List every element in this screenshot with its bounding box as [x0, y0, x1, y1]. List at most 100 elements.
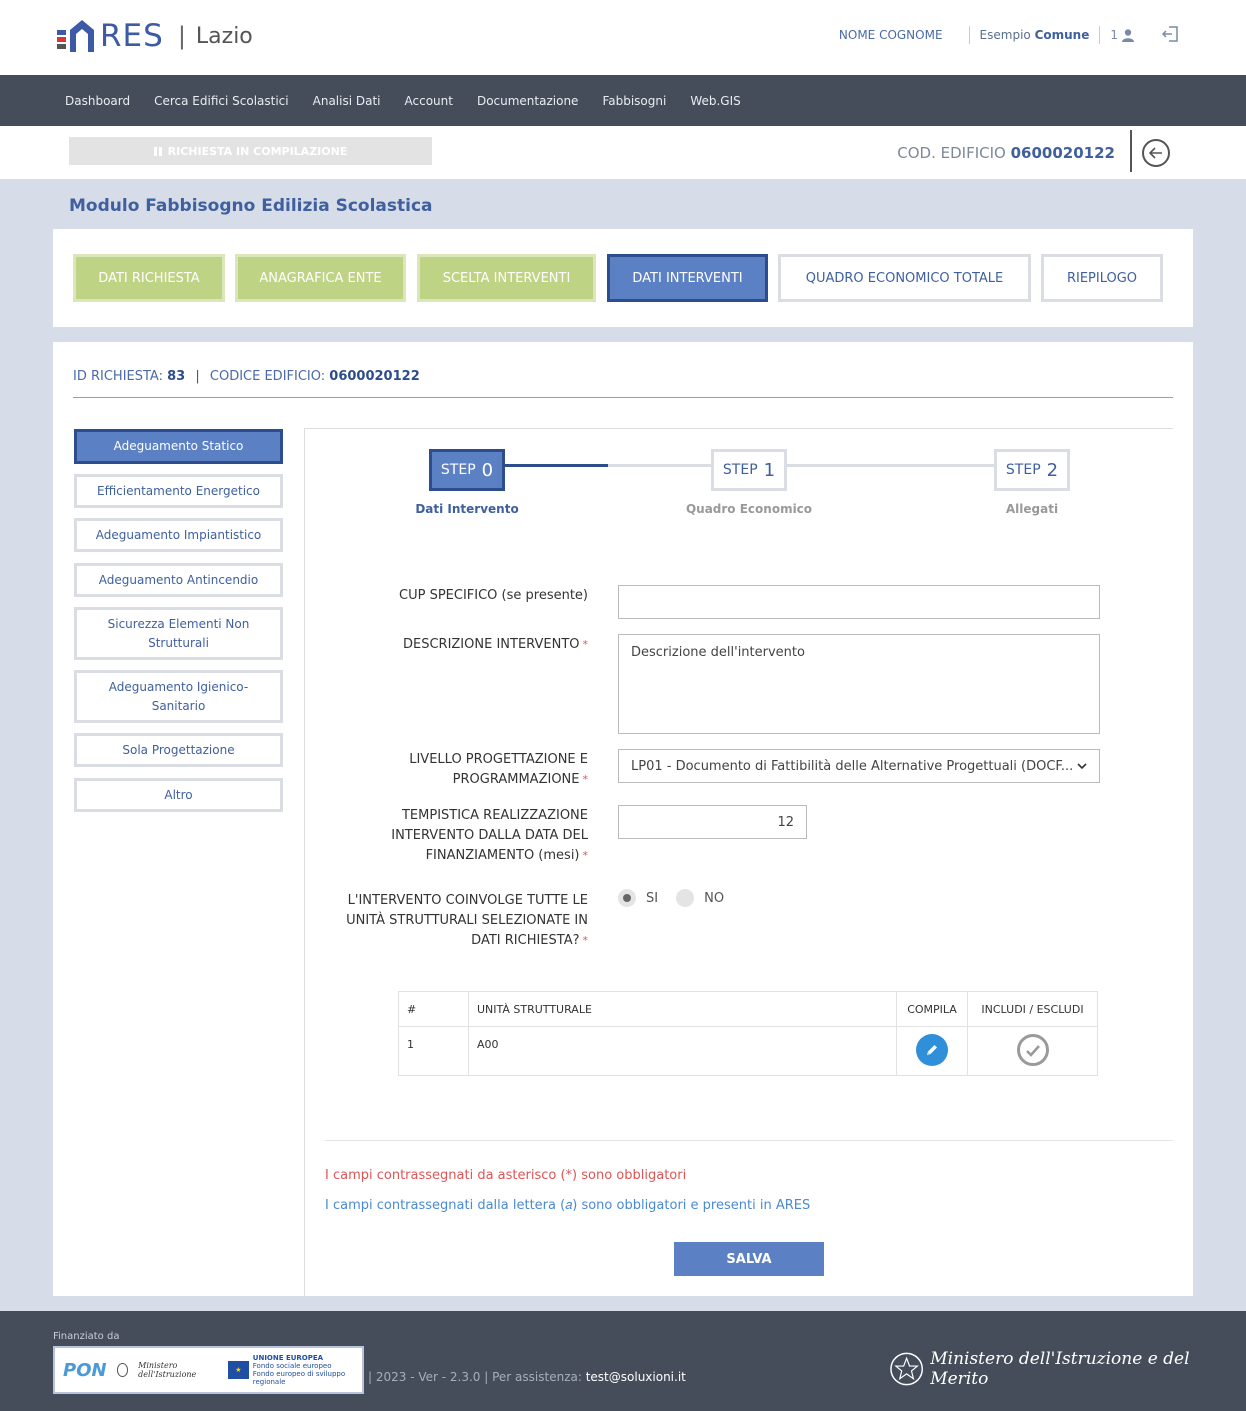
table-row: 1 A00: [398, 1026, 1098, 1076]
divider: [73, 397, 1173, 398]
descrizione-textarea[interactable]: Descrizione dell'intervento: [618, 634, 1100, 734]
pon-logo: PON: [63, 1359, 107, 1381]
livello-selected-value: LP01 - Documento di Fattibilità delle Al…: [631, 758, 1074, 774]
chevron-down-icon: [1077, 762, 1087, 769]
eu-logo: ★ UNIONE EUROPEA Fondo sociale europeo F…: [228, 1354, 354, 1386]
table-header-row: # UNITÀ STRUTTURALE COMPILA INCLUDI / ES…: [398, 991, 1098, 1027]
col-compila: COMPILA: [896, 991, 968, 1027]
col-includi-escludi: INCLUDI / ESCLUDI: [967, 991, 1098, 1027]
step-2[interactable]: STEP 2: [994, 449, 1070, 491]
page-title: Modulo Fabbisogno Edilizia Scolastica: [69, 196, 433, 216]
nav-analisi-dati[interactable]: Analisi Dati: [313, 94, 381, 108]
user-count[interactable]: 1: [1110, 28, 1134, 42]
eu-flag-icon: ★: [228, 1361, 249, 1379]
request-info: ID RICHIESTA: 83 | CODICE EDIFICIO: 0600…: [73, 369, 420, 384]
nav-dashboard[interactable]: Dashboard: [65, 94, 130, 108]
logout-icon[interactable]: [1162, 25, 1180, 43]
pencil-icon: [927, 1045, 937, 1055]
nav-documentazione[interactable]: Documentazione: [477, 94, 578, 108]
row-number: 1: [398, 1026, 469, 1076]
tab-quadro-economico-totale[interactable]: QUADRO ECONOMICO TOTALE: [778, 254, 1031, 302]
tab-anagrafica-ente[interactable]: ANAGRAFICA ENTE: [235, 254, 406, 302]
comune-label[interactable]: Esempio Comune: [980, 28, 1090, 42]
radio-no-label: NO: [704, 890, 725, 906]
livello-select[interactable]: LP01 - Documento di Fattibilità delle Al…: [618, 749, 1100, 783]
divider: [304, 428, 1173, 429]
edit-button[interactable]: [916, 1034, 948, 1066]
tab-scelta-interventi[interactable]: SCELTA INTERVENTI: [417, 254, 596, 302]
required-note: I campi contrassegnati da asterisco (*) …: [325, 1168, 687, 1183]
nav-fabbisogni[interactable]: Fabbisogni: [602, 94, 666, 108]
cup-input[interactable]: [618, 585, 1100, 619]
tab-riepilogo[interactable]: RIEPILOGO: [1041, 254, 1163, 302]
back-button[interactable]: [1142, 139, 1170, 167]
status-bar: RICHIESTA IN COMPILAZIONE COD. EDIFICIO …: [0, 126, 1246, 179]
cup-label: CUP SPECIFICO (se presente): [399, 588, 588, 603]
check-icon: [1025, 1044, 1040, 1057]
step-progress-line: [504, 464, 608, 467]
save-button[interactable]: SALVA: [674, 1242, 824, 1276]
step-label-allegati: Allegati: [1005, 502, 1059, 516]
radio-si-label: SI: [646, 890, 659, 906]
logo-text: RES: [100, 18, 164, 54]
units-table: # UNITÀ STRUTTURALE COMPILA INCLUDI / ES…: [398, 991, 1098, 1076]
sidebar-item-igienico-sanitario[interactable]: Adeguamento Igienico-Sanitario: [74, 670, 283, 723]
step-line: [608, 464, 712, 467]
col-number: #: [398, 991, 469, 1027]
status-badge: RICHIESTA IN COMPILAZIONE: [69, 137, 432, 165]
ministero-small-logo: Ministero dell'Istruzione: [138, 1361, 197, 1379]
nav-cerca-edifici[interactable]: Cerca Edifici Scolastici: [154, 94, 289, 108]
user-area: NOME COGNOME Esempio Comune 1: [839, 26, 1134, 44]
building-code: COD. EDIFICIO 0600020122: [897, 144, 1115, 162]
emblem-icon: [890, 1352, 923, 1386]
sidebar-item-adeguamento-statico[interactable]: Adeguamento Statico: [74, 429, 283, 464]
ministero-logo: Ministero dell'Istruzione e del Merito: [889, 1349, 1246, 1389]
descrizione-label: DESCRIZIONE INTERVENTO *: [402, 637, 588, 652]
emblem-icon: [116, 1363, 129, 1377]
tab-dati-interventi[interactable]: DATI INTERVENTI: [607, 254, 768, 302]
step-1[interactable]: STEP 1: [711, 449, 787, 491]
step-label-quadro-economico: Quadro Economico: [685, 502, 813, 516]
divider: [1099, 26, 1101, 44]
compila-cell: [896, 1026, 968, 1076]
tab-dati-richiesta[interactable]: DATI RICHIESTA: [73, 254, 225, 302]
tabs-card: DATI RICHIESTA ANAGRAFICA ENTE SCELTA IN…: [53, 229, 1193, 327]
divider: [304, 428, 305, 1296]
support-email-link[interactable]: test@soluxioni.it: [586, 1370, 686, 1384]
radio-si[interactable]: [618, 889, 636, 907]
sidebar-item-sola-progettazione[interactable]: Sola Progettazione: [74, 733, 283, 767]
livello-label: LIVELLO PROGETTAZIONE E PROGRAMMAZIONE *: [409, 752, 588, 787]
col-unita-strutturale: UNITÀ STRUTTURALE: [468, 991, 897, 1027]
nav-webgis[interactable]: Web.GIS: [690, 94, 740, 108]
nav-account[interactable]: Account: [405, 94, 453, 108]
include-toggle-button[interactable]: [1016, 1034, 1049, 1066]
sidebar-item-adeguamento-antincendio[interactable]: Adeguamento Antincendio: [74, 563, 283, 597]
ares-note: I campi contrassegnati dalla lettera (𝑎)…: [325, 1198, 811, 1213]
main-nav: Dashboard Cerca Edifici Scolastici Anali…: [0, 75, 1246, 126]
status-label: RICHIESTA IN COMPILAZIONE: [167, 144, 348, 158]
sidebar-item-efficientamento-energetico[interactable]: Efficientamento Energetico: [74, 474, 283, 508]
divider: [968, 26, 970, 44]
logo-mark-icon: [57, 20, 94, 52]
sidebar-item-sicurezza-elementi[interactable]: Sicurezza Elementi Non Strutturali: [74, 607, 283, 660]
step-0[interactable]: STEP 0: [429, 449, 505, 491]
region-name: Lazio: [195, 23, 253, 49]
financed-label: Finanziato da: [53, 1331, 120, 1342]
footer: Finanziato da PON Ministero dell'Istruzi…: [0, 1311, 1246, 1411]
step-label-dati-intervento: Dati Intervento: [415, 502, 519, 516]
logo-separator: |: [177, 22, 186, 50]
radio-no[interactable]: [676, 889, 695, 907]
sidebar-item-altro[interactable]: Altro: [74, 778, 283, 812]
step-line: [787, 464, 995, 467]
sidebar-item-adeguamento-impiantistico[interactable]: Adeguamento Impiantistico: [74, 518, 283, 552]
top-header: RES | Lazio NOME COGNOME Esempio Comune …: [0, 0, 1246, 75]
ares-logo[interactable]: RES | Lazio: [56, 16, 253, 56]
footer-version: | 2023 - Ver - 2.3.0 | Per assistenza: t…: [368, 1370, 686, 1384]
divider: [1130, 130, 1132, 172]
row-unit: A00: [468, 1026, 897, 1076]
user-name[interactable]: NOME COGNOME: [839, 28, 943, 42]
includi-cell: [967, 1026, 1098, 1076]
coinvolge-radio-group: SI NO: [618, 889, 724, 907]
pause-icon: [153, 146, 162, 156]
tempistica-input[interactable]: 12: [618, 805, 807, 839]
